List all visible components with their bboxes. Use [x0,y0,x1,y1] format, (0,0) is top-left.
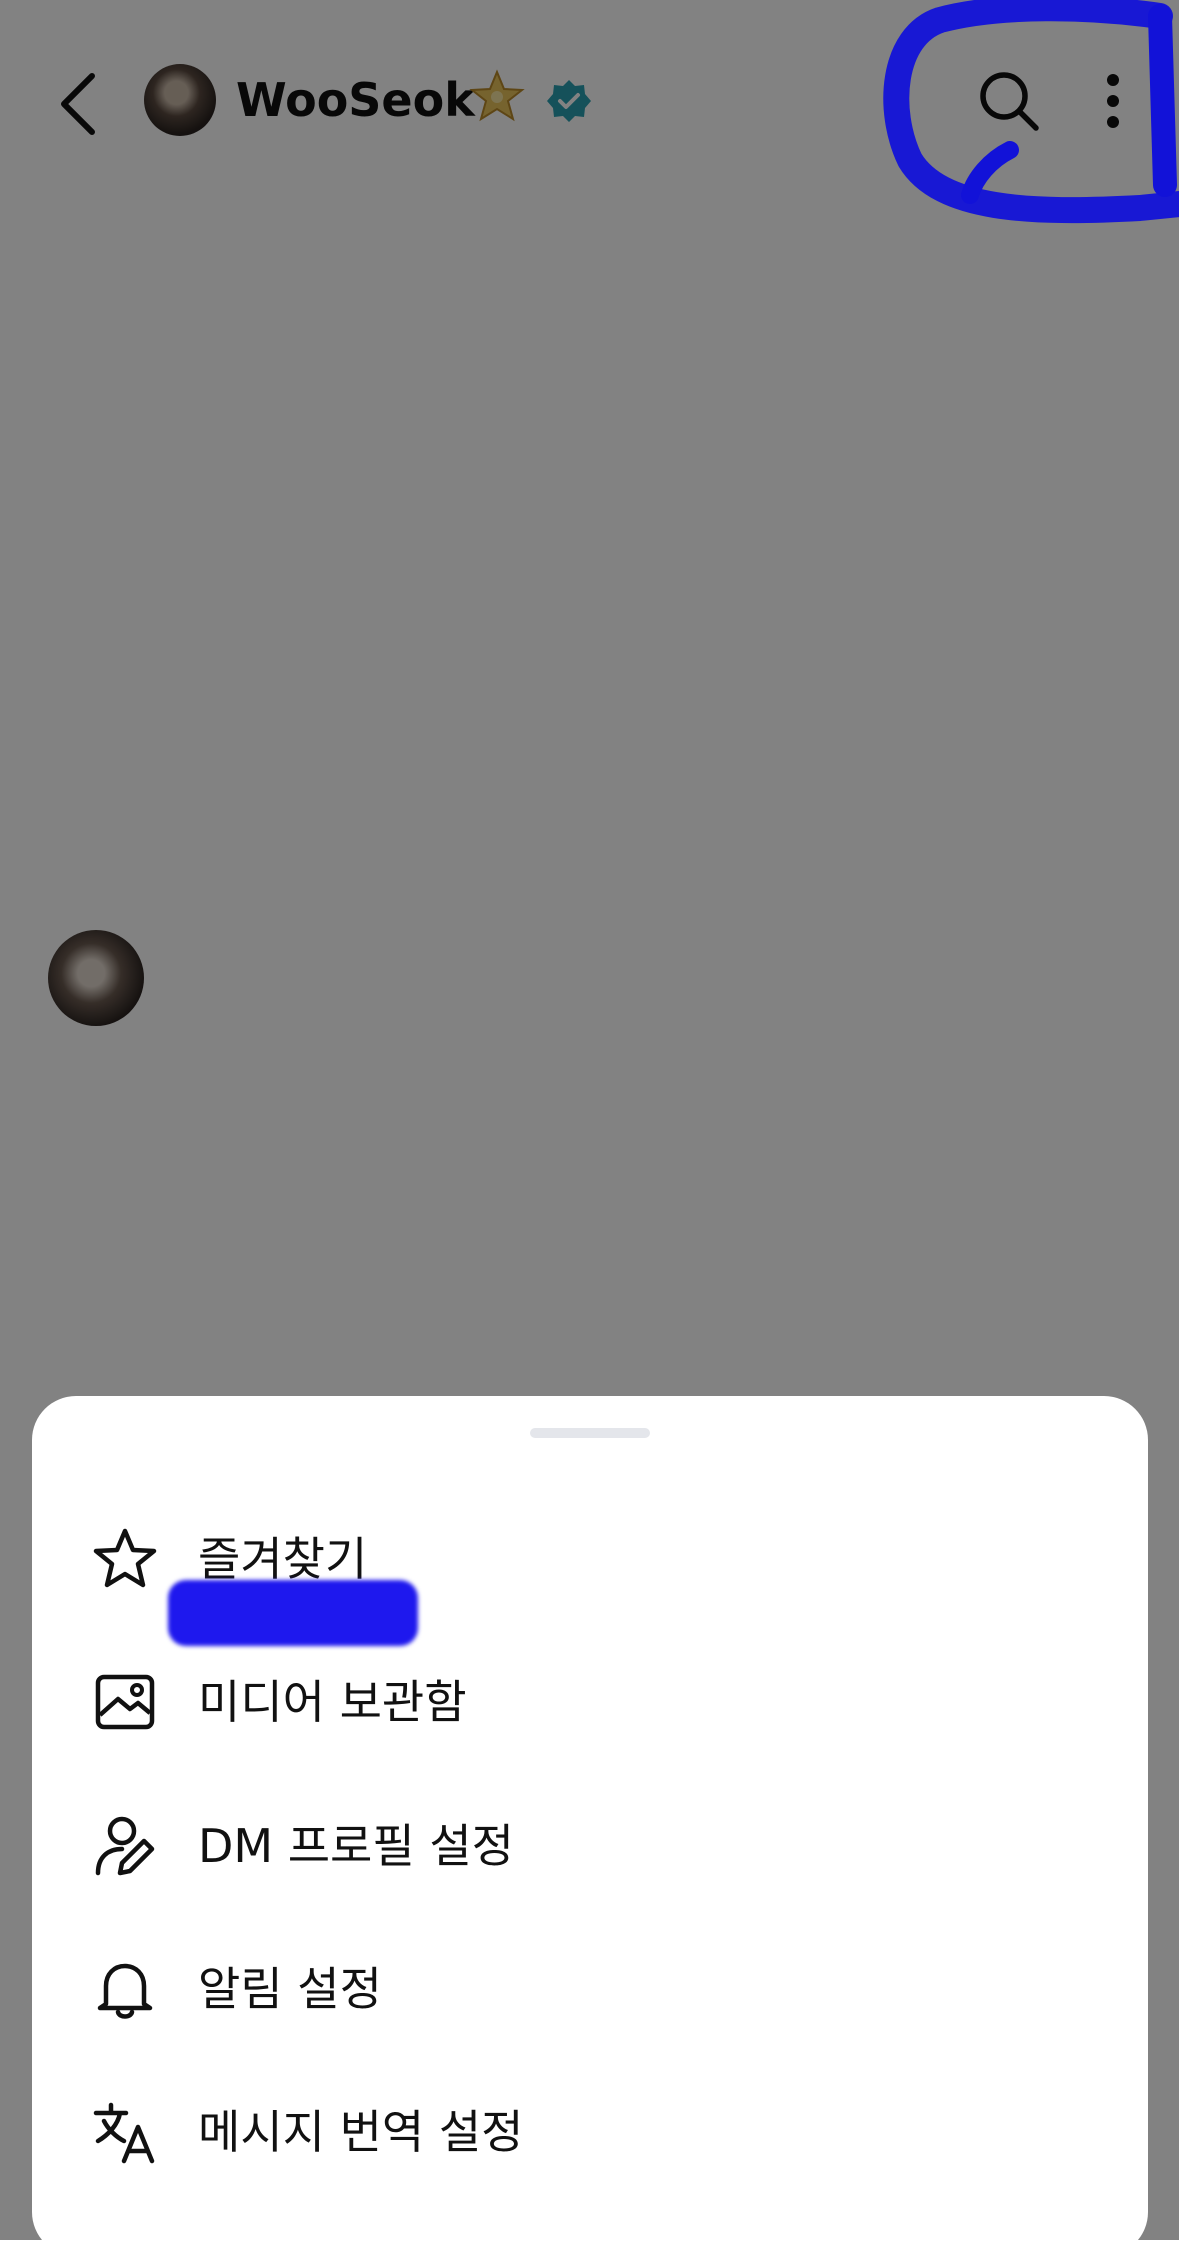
menu-item-media-archive[interactable]: 미디어 보관함 [32,1637,1148,1767]
image-icon [95,1674,155,1730]
menu-item-label: 메시지 번역 설정 [198,2105,524,2159]
options-bottom-sheet: 즐겨찾기 미디어 보관함 DM 프로필 설정 알림 설정 메시지 번역 설정 [32,1396,1148,2256]
person-edit-icon [95,1816,155,1876]
menu-item-label: DM 프로필 설정 [198,1819,514,1873]
star-outline-icon [93,1528,157,1588]
menu-item-label: 알림 설정 [198,1962,382,2016]
sheet-drag-handle[interactable] [530,1428,650,1438]
bell-icon [97,1963,153,2019]
menu-item-notification-settings[interactable]: 알림 설정 [32,1924,1148,2054]
menu-item-message-translation-settings[interactable]: 메시지 번역 설정 [32,2067,1148,2197]
menu-item-label: 미디어 보관함 [198,1675,467,1729]
menu-item-dm-profile-settings[interactable]: DM 프로필 설정 [32,1781,1148,1911]
translate-icon [93,2102,155,2164]
